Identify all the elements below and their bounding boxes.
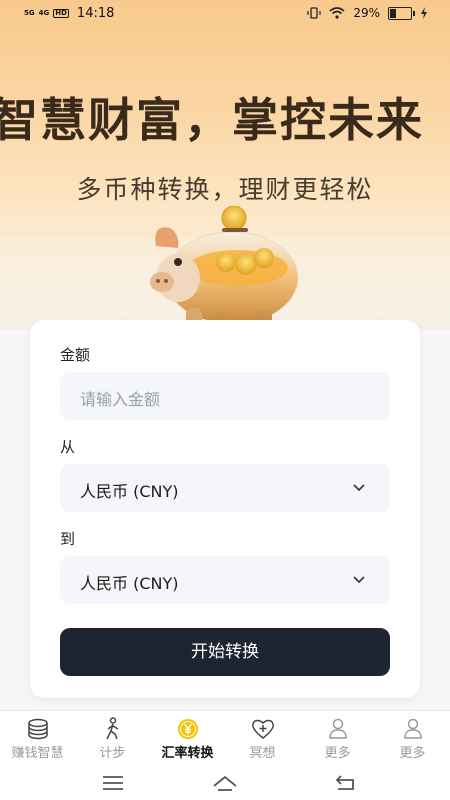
from-label: 从 bbox=[60, 438, 76, 456]
system-nav-bar bbox=[0, 768, 450, 800]
tab-pedometer[interactable]: 计步 bbox=[75, 711, 150, 769]
start-convert-button[interactable]: 开始转换 bbox=[60, 628, 390, 676]
menu-icon[interactable] bbox=[98, 772, 128, 794]
network-4g-indicator: 4G bbox=[38, 9, 50, 17]
amount-input[interactable]: 请输入金额 bbox=[60, 372, 390, 420]
charging-icon bbox=[421, 7, 427, 19]
person-icon bbox=[329, 718, 347, 739]
heart-plus-icon bbox=[252, 719, 274, 739]
status-bar: 5G 4G HD 14:18 29% bbox=[0, 0, 450, 28]
back-icon[interactable] bbox=[330, 772, 360, 794]
home-icon[interactable] bbox=[210, 772, 240, 794]
tab-exchange-rate[interactable]: 汇率转换 bbox=[150, 711, 225, 769]
from-currency-value: 人民币 (CNY) bbox=[80, 482, 179, 501]
person-icon bbox=[404, 718, 422, 739]
chevron-down-icon bbox=[353, 576, 365, 584]
to-label: 到 bbox=[60, 530, 76, 548]
to-currency-value: 人民币 (CNY) bbox=[80, 574, 179, 593]
piggy-bank-illustration bbox=[150, 206, 299, 328]
hero-subline: 多币种转换，理财更轻松 bbox=[76, 175, 374, 204]
battery-icon bbox=[388, 6, 415, 20]
tab-label: 赚钱智慧 bbox=[11, 746, 64, 761]
tab-label: 汇率转换 bbox=[161, 746, 214, 761]
wifi-icon bbox=[329, 7, 345, 19]
chevron-down-icon bbox=[353, 484, 365, 492]
status-time: 14:18 bbox=[76, 6, 115, 21]
battery-percent: 29% bbox=[353, 6, 380, 20]
yen-coin-icon bbox=[178, 719, 198, 739]
from-currency-select[interactable]: 人民币 (CNY) bbox=[60, 464, 390, 512]
to-currency-select[interactable]: 人民币 (CNY) bbox=[60, 556, 390, 604]
tab-more-2[interactable]: 更多 bbox=[375, 711, 450, 769]
walking-icon bbox=[106, 717, 119, 740]
hd-badge: HD bbox=[53, 9, 69, 18]
tab-label: 更多 bbox=[399, 746, 426, 761]
amount-label: 金额 bbox=[60, 346, 91, 364]
hero-headline: 智慧财富，掌控未来 bbox=[0, 93, 424, 147]
conversion-card: 金额 请输入金额 从 人民币 (CNY) 到 人民币 (CNY) 开始转换 bbox=[30, 320, 420, 698]
bottom-tab-bar: 赚钱智慧 计步 汇率转换 冥想 更多 更多 bbox=[0, 710, 450, 769]
tab-label: 计步 bbox=[99, 746, 126, 761]
tab-label: 冥想 bbox=[249, 746, 276, 761]
coins-icon bbox=[28, 718, 48, 740]
tab-more-1[interactable]: 更多 bbox=[300, 711, 375, 769]
network-5g-indicator: 5G bbox=[24, 9, 35, 17]
tab-meditation[interactable]: 冥想 bbox=[225, 711, 300, 769]
tab-label: 更多 bbox=[324, 746, 351, 761]
tab-earn-wisdom[interactable]: 赚钱智慧 bbox=[0, 711, 75, 769]
vibrate-icon bbox=[307, 7, 321, 19]
amount-placeholder: 请输入金额 bbox=[80, 390, 161, 409]
